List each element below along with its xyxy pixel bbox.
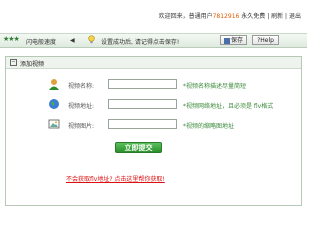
add-video-panel: − 添加视频 视频名称: *视频名称描述尽量简短 视频地址: *视频网络地址，且… xyxy=(5,56,302,206)
video-image-label: 视频图片: xyxy=(68,123,95,130)
video-url-hint: *视频网络地址，且必须是 flv格式 xyxy=(183,103,274,110)
lightbulb-icon xyxy=(88,35,95,44)
user-id: 7812916 xyxy=(212,13,240,20)
video-image-row: 视频图片: *视频的缩略图地址 xyxy=(6,118,303,132)
collapse-arrow-icon[interactable]: ◀ xyxy=(70,37,75,44)
video-url-label: 视频地址: xyxy=(68,103,95,110)
user-info: 欢迎回来，普通用户7812916 永久免费 | 刷新 | 退出 xyxy=(158,13,301,20)
panel-header: − 添加视频 xyxy=(6,57,301,69)
video-name-input[interactable] xyxy=(108,79,177,89)
submit-button[interactable]: 立即提交 xyxy=(115,142,162,153)
help-button[interactable]: ?Help xyxy=(252,35,279,45)
world-icon xyxy=(49,99,59,109)
video-name-label: 视频名称: xyxy=(68,83,95,90)
toolbar: ★★★ 闪电般速度 ◀ 设置成功后, 请记得点击保存! 保存 ?Help xyxy=(0,33,307,48)
speed-label: 闪电般速度 xyxy=(26,39,57,46)
top-bar: 欢迎回来，普通用户7812916 永久免费 | 刷新 | 退出 xyxy=(0,0,307,33)
image-icon xyxy=(48,119,60,129)
get-flv-help-link[interactable]: 不会获取flv地址? 点击这里帮你获取! xyxy=(66,174,165,183)
save-label: 保存 xyxy=(230,37,243,44)
status-message: 设置成功后, 请记得点击保存! xyxy=(101,39,180,46)
exit-link[interactable]: 退出 xyxy=(289,13,301,20)
video-name-hint: *视频名称描述尽量简短 xyxy=(183,83,247,90)
membership-status: 永久免费 xyxy=(241,13,266,20)
video-url-row: 视频地址: *视频网络地址，且必须是 flv格式 xyxy=(6,98,303,112)
video-image-hint: *视频的缩略图地址 xyxy=(183,123,235,130)
speed-stars-icon: ★★★ xyxy=(3,35,20,43)
welcome-text: 欢迎回来，普通用户 xyxy=(158,13,213,20)
collapse-toggle-icon[interactable]: − xyxy=(10,59,17,66)
panel-title: 添加视频 xyxy=(20,61,45,68)
video-url-input[interactable] xyxy=(108,99,177,109)
user-avatar-icon xyxy=(49,79,59,90)
save-button[interactable]: 保存 xyxy=(220,35,247,45)
refresh-link[interactable]: 刷新 xyxy=(271,13,283,20)
video-image-input[interactable] xyxy=(108,119,177,129)
floppy-disk-icon xyxy=(224,38,230,44)
video-name-row: 视频名称: *视频名称描述尽量简短 xyxy=(6,78,303,92)
